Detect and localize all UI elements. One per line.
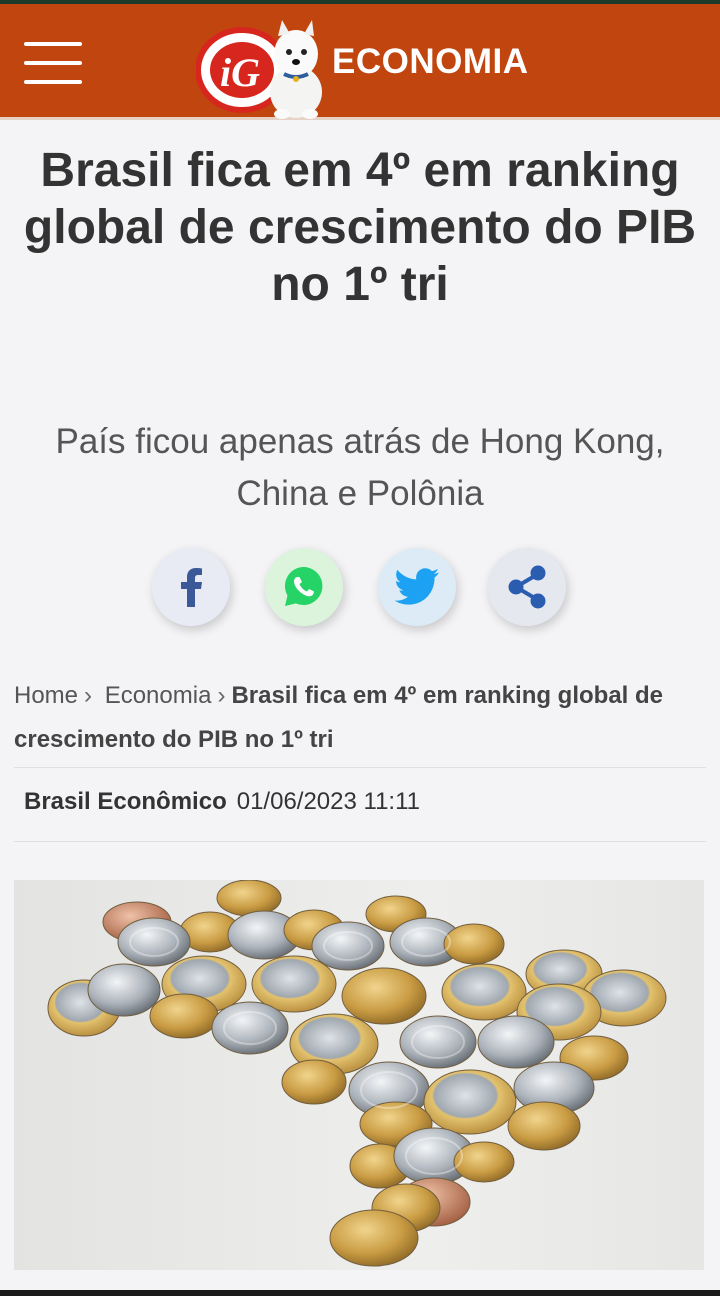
whatsapp-share-button[interactable] [265,548,343,626]
coins-map-brazil-photo [47,880,667,1267]
whatsapp-icon [284,566,323,606]
breadcrumb-home-link[interactable]: Home [14,682,78,709]
divider [14,767,706,768]
twitter-icon [394,568,439,605]
twitter-share-button[interactable] [378,548,456,626]
article-subtitle: País ficou apenas atrás de Hong Kong, Ch… [55,422,665,513]
share-buttons [0,548,720,628]
generic-share-button[interactable] [488,548,566,626]
breadcrumb-separator: › [217,682,226,709]
article-image[interactable] [14,880,704,1270]
bottom-bar [0,1290,720,1296]
article-meta: Brasil Econômico 01/06/2023 11:11 [24,788,420,816]
section-title[interactable]: ECONOMIA [332,42,529,82]
facebook-share-button[interactable] [152,548,230,626]
facebook-icon [181,568,202,607]
article-title: Brasil fica em 4º em ranking global de c… [23,144,697,311]
divider [14,841,706,842]
breadcrumb-section-link[interactable]: Economia [105,682,212,709]
breadcrumb: Home › Economia › Brasil fica em 4º em rank… [14,674,708,762]
site-header: iG ECONOMIA [0,4,720,120]
logo-text: iG [220,50,260,95]
article-datetime: 01/06/2023 11:11 [236,788,421,815]
article-author[interactable]: Brasil Econômico [24,788,227,815]
hamburger-menu-button[interactable] [24,42,84,86]
ig-logo[interactable]: iG [196,12,326,120]
share-icon [508,565,546,609]
breadcrumb-separator: › [84,682,93,709]
